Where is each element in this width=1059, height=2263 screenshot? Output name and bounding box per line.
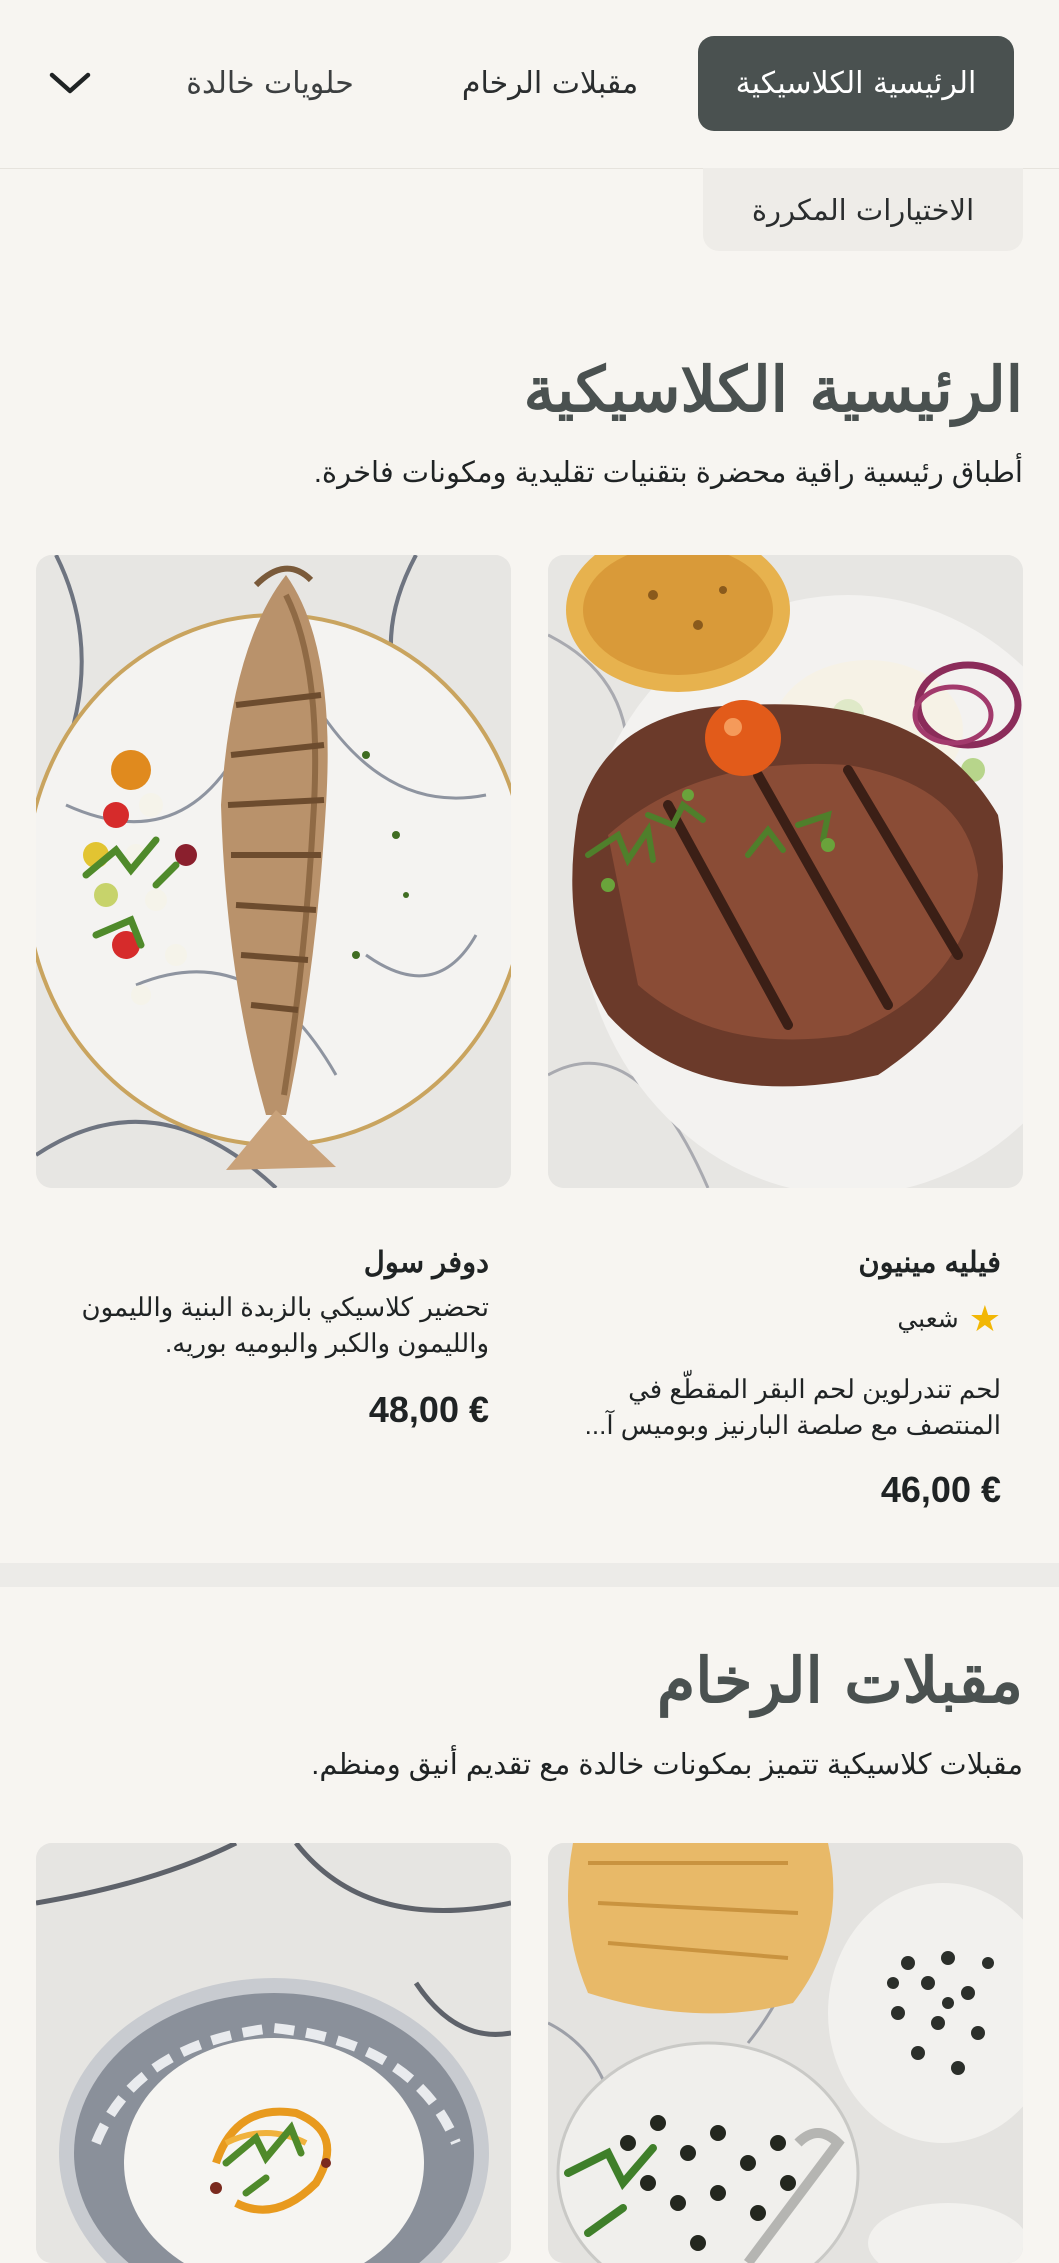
tab-refined-picks[interactable]: الاختيارات المكررة [703, 168, 1023, 251]
description-line: المنتصف مع صلصة البارنيز وبوميس آ... [584, 1410, 1001, 1440]
section-divider [0, 1563, 1059, 1587]
caviar-image[interactable] [548, 1843, 1023, 2263]
soup-image[interactable] [36, 1843, 511, 2263]
category-nav: الرئيسية الكلاسيكية مقبلات الرخام حلويات… [0, 0, 1059, 169]
status-badge: ★ شعبي [897, 1301, 1001, 1337]
section-title: الرئيسية الكلاسيكية [523, 353, 1023, 426]
star-icon: ★ [968, 1298, 1001, 1339]
description-line: لحم تندرلوين لحم البقر المقطّع في [628, 1374, 1001, 1404]
filet-mignon-image[interactable] [548, 555, 1023, 1188]
badge-label: شعبي [897, 1305, 959, 1333]
tab-marble-starters[interactable]: مقبلات الرخام [450, 36, 650, 131]
dish-price: 46,00 € [880, 1469, 1001, 1510]
description-line: والليمون والكبر والبوميه بوريه. [165, 1328, 489, 1358]
dover-sole-image[interactable] [36, 555, 511, 1188]
dish-name: فيليه مينيون [858, 1247, 1001, 1279]
tab-classic-mains[interactable]: الرئيسية الكلاسيكية [698, 36, 1014, 131]
dish-description: تحضير كلاسيكي بالزبدة البنية والليمون وا… [82, 1289, 489, 1361]
tab-timeless-desserts[interactable]: حلويات خالدة [180, 36, 360, 131]
dish-name: دوفر سول [363, 1247, 489, 1279]
dish-price: 48,00 € [368, 1389, 489, 1430]
description-line: تحضير كلاسيكي بالزبدة البنية والليمون [81, 1292, 489, 1322]
section-subtitle: مقبلات كلاسيكية تتميز بمكونات خالدة مع ت… [311, 1749, 1023, 1781]
dish-description: لحم تندرلوين لحم البقر المقطّع في المنتص… [585, 1371, 1001, 1443]
section-title: مقبلات الرخام [656, 1644, 1023, 1717]
chevron-down-icon[interactable] [40, 58, 100, 108]
section-subtitle: أطباق رئيسية راقية محضرة بتقنيات تقليدية… [313, 457, 1023, 489]
